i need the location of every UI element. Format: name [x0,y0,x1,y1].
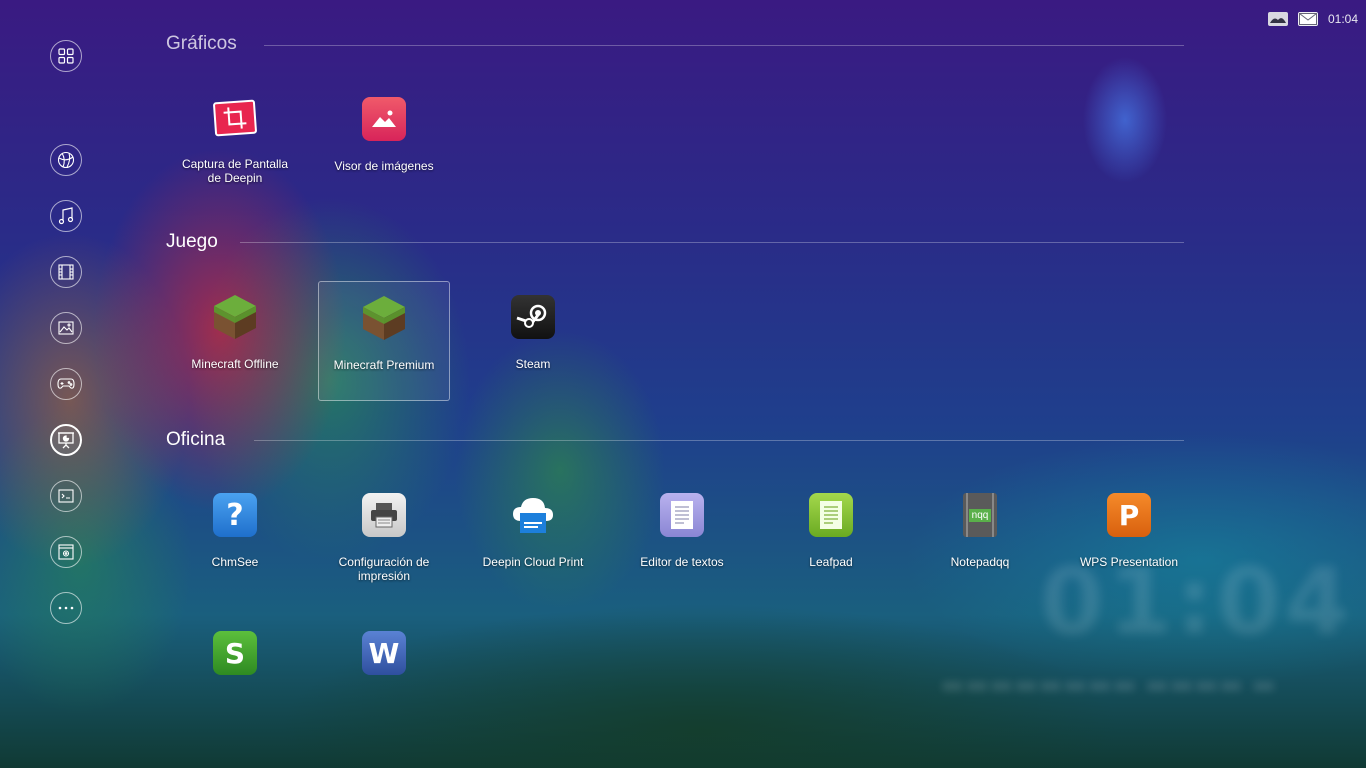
sidebar-item-graphics[interactable] [50,312,82,344]
printer-icon [362,493,406,537]
film-icon [58,264,74,280]
app-label: Minecraft Offline [191,357,279,371]
minecraft-grass-block-icon [362,296,406,340]
section-divider [240,242,1184,243]
clock-time: 01:04 [1327,12,1358,26]
presentation-icon [58,432,74,449]
screenshot-crop-icon [212,99,258,137]
cloud-print-icon [511,493,555,537]
steam-icon [511,295,555,339]
sidebar-item-games[interactable] [50,368,82,400]
grid-icon [58,48,74,64]
app-print-settings[interactable]: Configuración de impresión [318,479,450,599]
app-label: Visor de imágenes [334,159,434,173]
notepadqq-icon: nqq [963,493,997,537]
sidebar-item-internet[interactable] [50,144,82,176]
app-label: Configuración de impresión [338,555,430,583]
app-leafpad[interactable]: Leafpad [765,479,897,599]
wps-writer-icon: W [362,631,406,675]
app-screenshot[interactable]: Captura de Pantalla de Deepin [169,83,301,203]
help-question-icon: ? [213,493,257,537]
app-label: Leafpad [809,555,853,569]
app-text-editor[interactable]: Editor de textos [616,479,748,599]
mail-icon[interactable] [1297,12,1318,26]
terminal-icon [58,489,74,503]
app-notepadqq[interactable]: nqq Notepadqq [914,479,1046,599]
sidebar-item-music[interactable] [50,200,82,232]
leafpad-icon [809,493,853,537]
app-minecraft-premium[interactable]: Minecraft Premium [318,281,450,401]
section-title-oficina: Oficina [166,429,226,450]
network-icon[interactable] [1267,12,1288,26]
music-note-icon [58,207,74,225]
sidebar-item-system[interactable] [50,536,82,568]
app-label: Steam [515,357,551,371]
image-icon [58,321,74,335]
wps-presentation-icon: P [1107,493,1151,537]
app-wps-presentation[interactable]: P WPS Presentation [1063,479,1195,599]
system-tray: 01:04 [1267,10,1358,28]
app-deepin-cloud-print[interactable]: Deepin Cloud Print [467,479,599,599]
more-icon [58,606,74,610]
sidebar-item-all-apps[interactable] [50,40,82,72]
app-chmsee[interactable]: ? ChmSee [169,479,301,599]
app-label: Notepadqq [950,555,1010,569]
app-label: Deepin Cloud Print [482,555,584,569]
category-sidebar [0,0,132,768]
wps-spreadsheets-letter: S [224,636,246,670]
text-editor-icon [660,493,704,537]
app-wps-spreadsheets[interactable]: S [169,617,301,737]
image-viewer-icon [362,97,406,141]
section-title-juego: Juego [166,231,218,252]
sidebar-item-others[interactable] [50,592,82,624]
wps-writer-letter: W [368,636,400,670]
app-steam[interactable]: Steam [467,281,599,401]
app-label: Editor de textos [640,555,724,569]
wps-spreadsheets-icon: S [213,631,257,675]
app-image-viewer[interactable]: Visor de imágenes [318,83,450,203]
app-minecraft-offline[interactable]: Minecraft Offline [169,281,301,401]
app-label: ChmSee [211,555,259,569]
app-label: Captura de Pantalla de Deepin [181,157,289,185]
app-label: WPS Presentation [1079,555,1179,569]
section-divider [264,45,1184,46]
background-date: ▬▬▬▬▬▬▬▬ ▬▬▬▬ ▬ [940,670,1276,700]
sidebar-item-development[interactable] [50,480,82,512]
app-label: Minecraft Premium [333,358,435,372]
section-divider [254,440,1184,441]
settings-window-icon [58,544,74,560]
notepadqq-badge: nqq [968,508,992,522]
wps-presentation-letter: P [1118,498,1140,532]
app-wps-writer[interactable]: W [318,617,450,737]
section-title-graficos: Gráficos [166,33,237,54]
globe-icon [57,151,75,169]
sidebar-item-office[interactable] [50,424,82,456]
sidebar-item-video[interactable] [50,256,82,288]
gamepad-icon [57,378,75,389]
minecraft-grass-block-icon [213,295,257,339]
